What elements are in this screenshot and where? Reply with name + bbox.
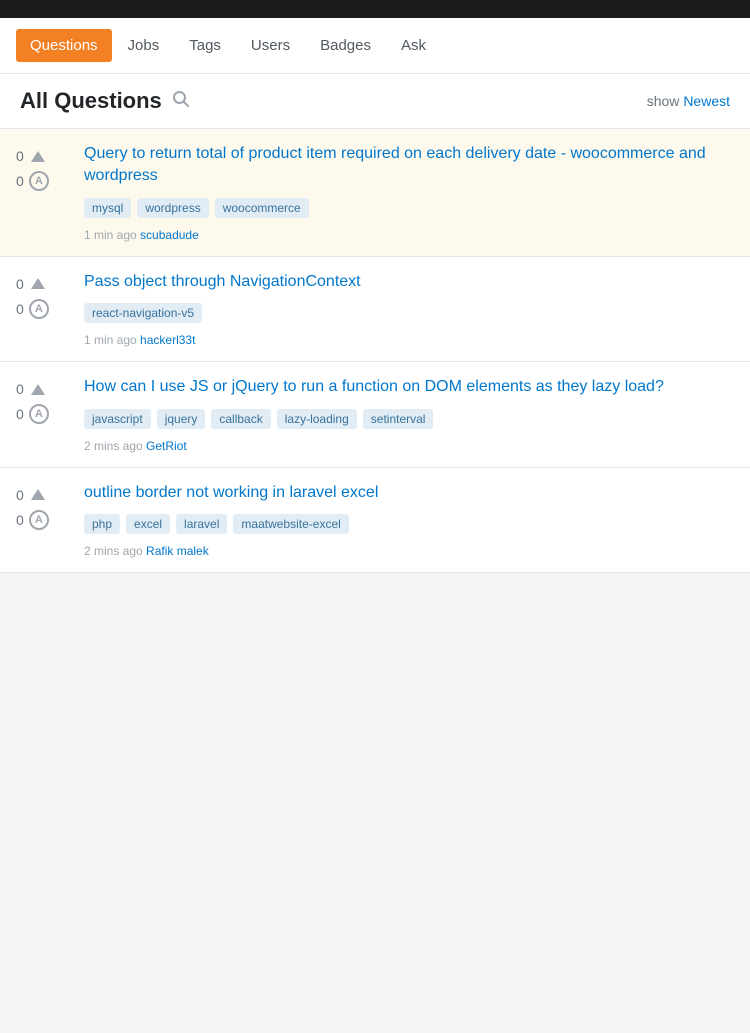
show-newest: show Newest <box>647 93 730 109</box>
question-item: 0 0 A outline border not working in lara… <box>0 468 750 573</box>
nav-items: Questions Jobs Tags Users Badges Ask <box>16 29 440 62</box>
question-title[interactable]: Query to return total of product item re… <box>84 143 734 188</box>
nav-item-users[interactable]: Users <box>237 29 304 62</box>
nav-item-badges[interactable]: Badges <box>306 29 385 62</box>
upvote-icon[interactable] <box>29 147 47 165</box>
answer-row: 0 A <box>16 171 49 191</box>
question-stats: 0 0 A <box>16 143 76 242</box>
question-meta: 1 min ago hackerl33t <box>84 333 734 347</box>
vote-count: 0 <box>16 381 24 397</box>
answer-row: 0 A <box>16 510 49 530</box>
question-title[interactable]: outline border not working in laravel ex… <box>84 482 734 504</box>
vote-count: 0 <box>16 487 24 503</box>
answer-count: 0 <box>16 173 24 189</box>
tag[interactable]: excel <box>126 514 170 534</box>
question-stats: 0 0 A <box>16 271 76 347</box>
vote-count: 0 <box>16 276 24 292</box>
nav-item-tags[interactable]: Tags <box>175 29 235 62</box>
tag[interactable]: woocommerce <box>215 198 309 218</box>
question-item: 0 0 A Pass object through NavigationCont… <box>0 257 750 362</box>
question-tags: mysql wordpress woocommerce <box>84 198 734 218</box>
question-meta: 1 min ago scubadude <box>84 228 734 242</box>
vote-row: 0 <box>16 147 47 165</box>
question-content: Query to return total of product item re… <box>76 143 734 242</box>
question-content: outline border not working in laravel ex… <box>76 482 734 558</box>
tag[interactable]: callback <box>211 409 270 429</box>
question-stats: 0 0 A <box>16 376 76 452</box>
question-author[interactable]: Rafik malek <box>146 544 209 558</box>
tag[interactable]: react-navigation-v5 <box>84 303 202 323</box>
question-author[interactable]: hackerl33t <box>140 333 195 347</box>
answer-count: 0 <box>16 512 24 528</box>
newest-link[interactable]: Newest <box>683 93 730 109</box>
tag[interactable]: javascript <box>84 409 151 429</box>
question-meta: 2 mins ago GetRiot <box>84 439 734 453</box>
question-title[interactable]: Pass object through NavigationContext <box>84 271 734 293</box>
vote-row: 0 <box>16 275 47 293</box>
question-stats: 0 0 A <box>16 482 76 558</box>
answer-bubble-icon: A <box>29 404 49 424</box>
question-tags: react-navigation-v5 <box>84 303 734 323</box>
tag[interactable]: wordpress <box>137 198 208 218</box>
vote-count: 0 <box>16 148 24 164</box>
tag[interactable]: setinterval <box>363 409 434 429</box>
questions-list: 0 0 A Query to return total of product i… <box>0 129 750 573</box>
vote-row: 0 <box>16 486 47 504</box>
nav-item-ask[interactable]: Ask <box>387 29 440 62</box>
question-item: 0 0 A How can I use JS or jQuery to run … <box>0 362 750 467</box>
question-meta: 2 mins ago Rafik malek <box>84 544 734 558</box>
upvote-icon[interactable] <box>29 275 47 293</box>
tag[interactable]: php <box>84 514 120 534</box>
question-title[interactable]: How can I use JS or jQuery to run a func… <box>84 376 734 398</box>
tag[interactable]: mysql <box>84 198 131 218</box>
tag[interactable]: jquery <box>157 409 206 429</box>
tag[interactable]: lazy-loading <box>277 409 357 429</box>
upvote-icon[interactable] <box>29 486 47 504</box>
page-title: All Questions <box>20 88 162 114</box>
nav-item-jobs[interactable]: Jobs <box>114 29 174 62</box>
answer-count: 0 <box>16 406 24 422</box>
top-bar <box>0 0 750 18</box>
question-tags: javascript jquerycallback lazy-loading seti… <box>84 409 734 429</box>
search-icon[interactable] <box>172 90 190 113</box>
tag[interactable]: laravel <box>176 514 227 534</box>
question-author[interactable]: scubadude <box>140 228 199 242</box>
upvote-icon[interactable] <box>29 380 47 398</box>
answer-row: 0 A <box>16 299 49 319</box>
answer-count: 0 <box>16 301 24 317</box>
page-header: All Questions show Newest <box>0 74 750 129</box>
main-nav: Questions Jobs Tags Users Badges Ask <box>0 18 750 74</box>
answer-bubble-icon: A <box>29 510 49 530</box>
question-tags: php excel laravel maatwebsite-excel <box>84 514 734 534</box>
answer-bubble-icon: A <box>29 299 49 319</box>
tag[interactable]: maatwebsite-excel <box>233 514 348 534</box>
page-title-row: All Questions <box>20 88 190 114</box>
answer-row: 0 A <box>16 404 49 424</box>
question-item: 0 0 A Query to return total of product i… <box>0 129 750 257</box>
vote-row: 0 <box>16 380 47 398</box>
nav-item-questions[interactable]: Questions <box>16 29 112 62</box>
question-content: Pass object through NavigationContext re… <box>76 271 734 347</box>
answer-bubble-icon: A <box>29 171 49 191</box>
question-content: How can I use JS or jQuery to run a func… <box>76 376 734 452</box>
question-author[interactable]: GetRiot <box>146 439 187 453</box>
